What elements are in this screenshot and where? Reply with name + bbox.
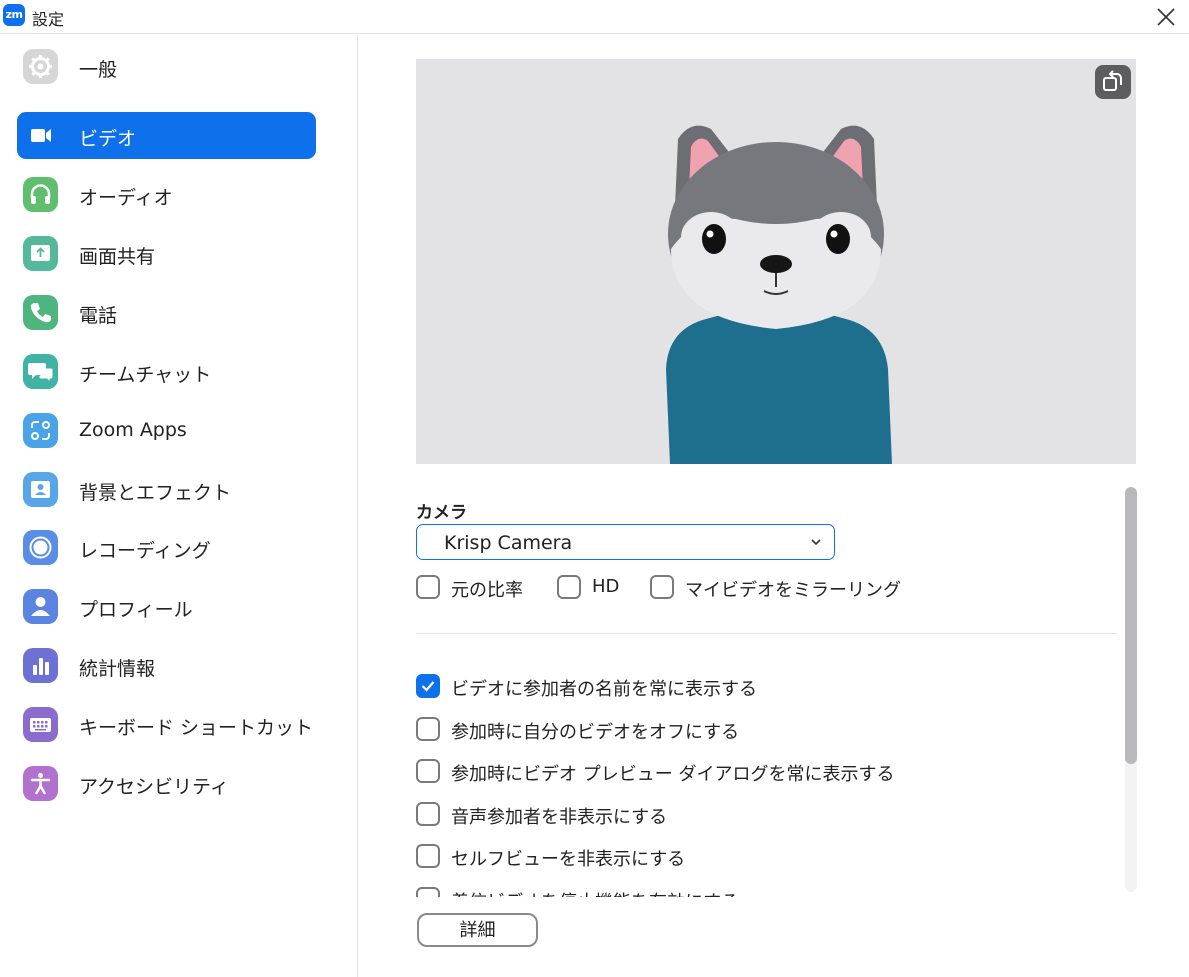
gear-icon [23,49,58,84]
video-setting-label: ビデオに参加者の名前を常に表示する [451,679,757,700]
sidebar-item-headphones[interactable]: オーディオ [17,171,316,218]
sidebar-item-statistics[interactable]: 統計情報 [17,642,316,689]
scrollbar-thumb[interactable] [1125,487,1137,764]
profile-icon [23,589,58,624]
divider [416,633,1117,634]
sidebar-item-label: 一般 [79,59,118,81]
video-setting-checkbox[interactable] [416,844,440,868]
video-setting-checkbox[interactable] [416,759,440,783]
camera-option-label: 元の比率 [451,580,523,601]
camera-select-value: Krisp Camera [444,532,573,554]
sidebar-item-share-screen[interactable]: 画面共有 [17,230,316,277]
statistics-icon [23,648,58,683]
headphones-icon [23,177,58,212]
sidebar-item-label: 画面共有 [79,246,156,268]
sidebar-item-label: 背景とエフェクト [79,482,232,504]
close-icon [1157,8,1175,26]
rotate-icon [1103,70,1122,91]
record-icon [23,530,58,565]
sidebar-item-gear[interactable]: 一般 [17,43,316,90]
apps-icon [23,413,58,448]
sidebar-item-label: オーディオ [79,187,173,209]
chevron-down-icon [811,539,821,546]
camera-option-checkbox[interactable] [650,575,674,599]
advanced-button[interactable]: 詳細 [417,913,538,947]
sidebar-item-accessibility[interactable]: アクセシビリティ [17,760,316,807]
sidebar-item-record[interactable]: レコーディング [17,524,316,571]
sidebar-item-label: レコーディング [79,540,211,562]
camera-option-checkbox[interactable] [557,575,581,599]
camera-option-checkbox[interactable] [416,575,440,599]
sidebar-item-label: ビデオ [79,128,137,150]
video-setting-label: 着信ビデオを停止機能を有効にする [451,888,739,898]
sidebar-item-chat[interactable]: チームチャット [17,348,316,395]
sidebar-item-label: 統計情報 [79,658,156,680]
keyboard-icon [23,707,58,742]
video-camera-icon [23,118,58,153]
sidebar-item-apps[interactable]: Zoom Apps [17,407,316,454]
video-settings-panel: カメラ Krisp Camera 元の比率 HD マイビデオをミラーリング ビデオに… [359,35,1189,977]
camera-label: カメラ [416,503,467,523]
sidebar-item-label: チームチャット [79,364,212,386]
video-setting-checkbox[interactable] [416,716,440,741]
sidebar-item-background[interactable]: 背景とエフェクト [17,466,316,513]
video-setting-label: 参加時にビデオ プレビュー ダイアログを常に表示する [451,764,895,785]
video-setting-checkbox[interactable] [416,886,440,897]
video-preview [416,59,1136,464]
sidebar-item-video-camera[interactable]: ビデオ [17,112,316,159]
video-setting-label: 音声参加者を非表示にする [451,806,668,828]
window-title: 設定 [32,10,65,29]
sidebar-item-label: キーボード ショートカット [79,717,314,739]
video-setting-checkbox[interactable] [416,674,440,698]
background-icon [23,472,58,507]
sidebar-item-keyboard[interactable]: キーボード ショートカット [17,701,316,748]
husky-avatar-image [666,125,892,464]
zoom-logo-icon: zm [3,4,25,26]
video-setting-checkbox[interactable] [416,801,440,826]
sidebar-item-phone[interactable]: 電話 [17,289,316,336]
share-screen-icon [23,236,58,271]
camera-option-label: HD [592,576,620,597]
video-setting-label: 参加時に自分のビデオをオフにする [451,721,740,743]
sidebar-item-label: 電話 [79,305,118,327]
title-bar: zm 設定 [0,0,1189,34]
close-button[interactable] [1153,4,1179,30]
video-settings-list: ビデオに参加者の名前を常に表示する 参加時に自分のビデオをオフにする参加時にビデオ… [416,655,1136,897]
sidebar-item-label: プロフィール [79,599,193,621]
settings-sidebar: 一般ビデオオーディオ画面共有電話チームチャット Zoom Apps 背景とエフェクト… [0,35,358,977]
sidebar-item-label: Zoom Apps [79,419,187,441]
camera-option-label: マイビデオをミラーリング [685,580,901,601]
chat-icon [23,354,58,389]
phone-icon [23,295,58,330]
sidebar-item-label: アクセシビリティ [79,776,229,798]
camera-select[interactable]: Krisp Camera [416,524,835,560]
video-setting-label: セルフビューを非表示にする [451,849,686,870]
accessibility-icon [23,766,58,801]
sidebar-item-profile[interactable]: プロフィール [17,583,316,630]
rotate-video-button[interactable] [1095,65,1131,99]
